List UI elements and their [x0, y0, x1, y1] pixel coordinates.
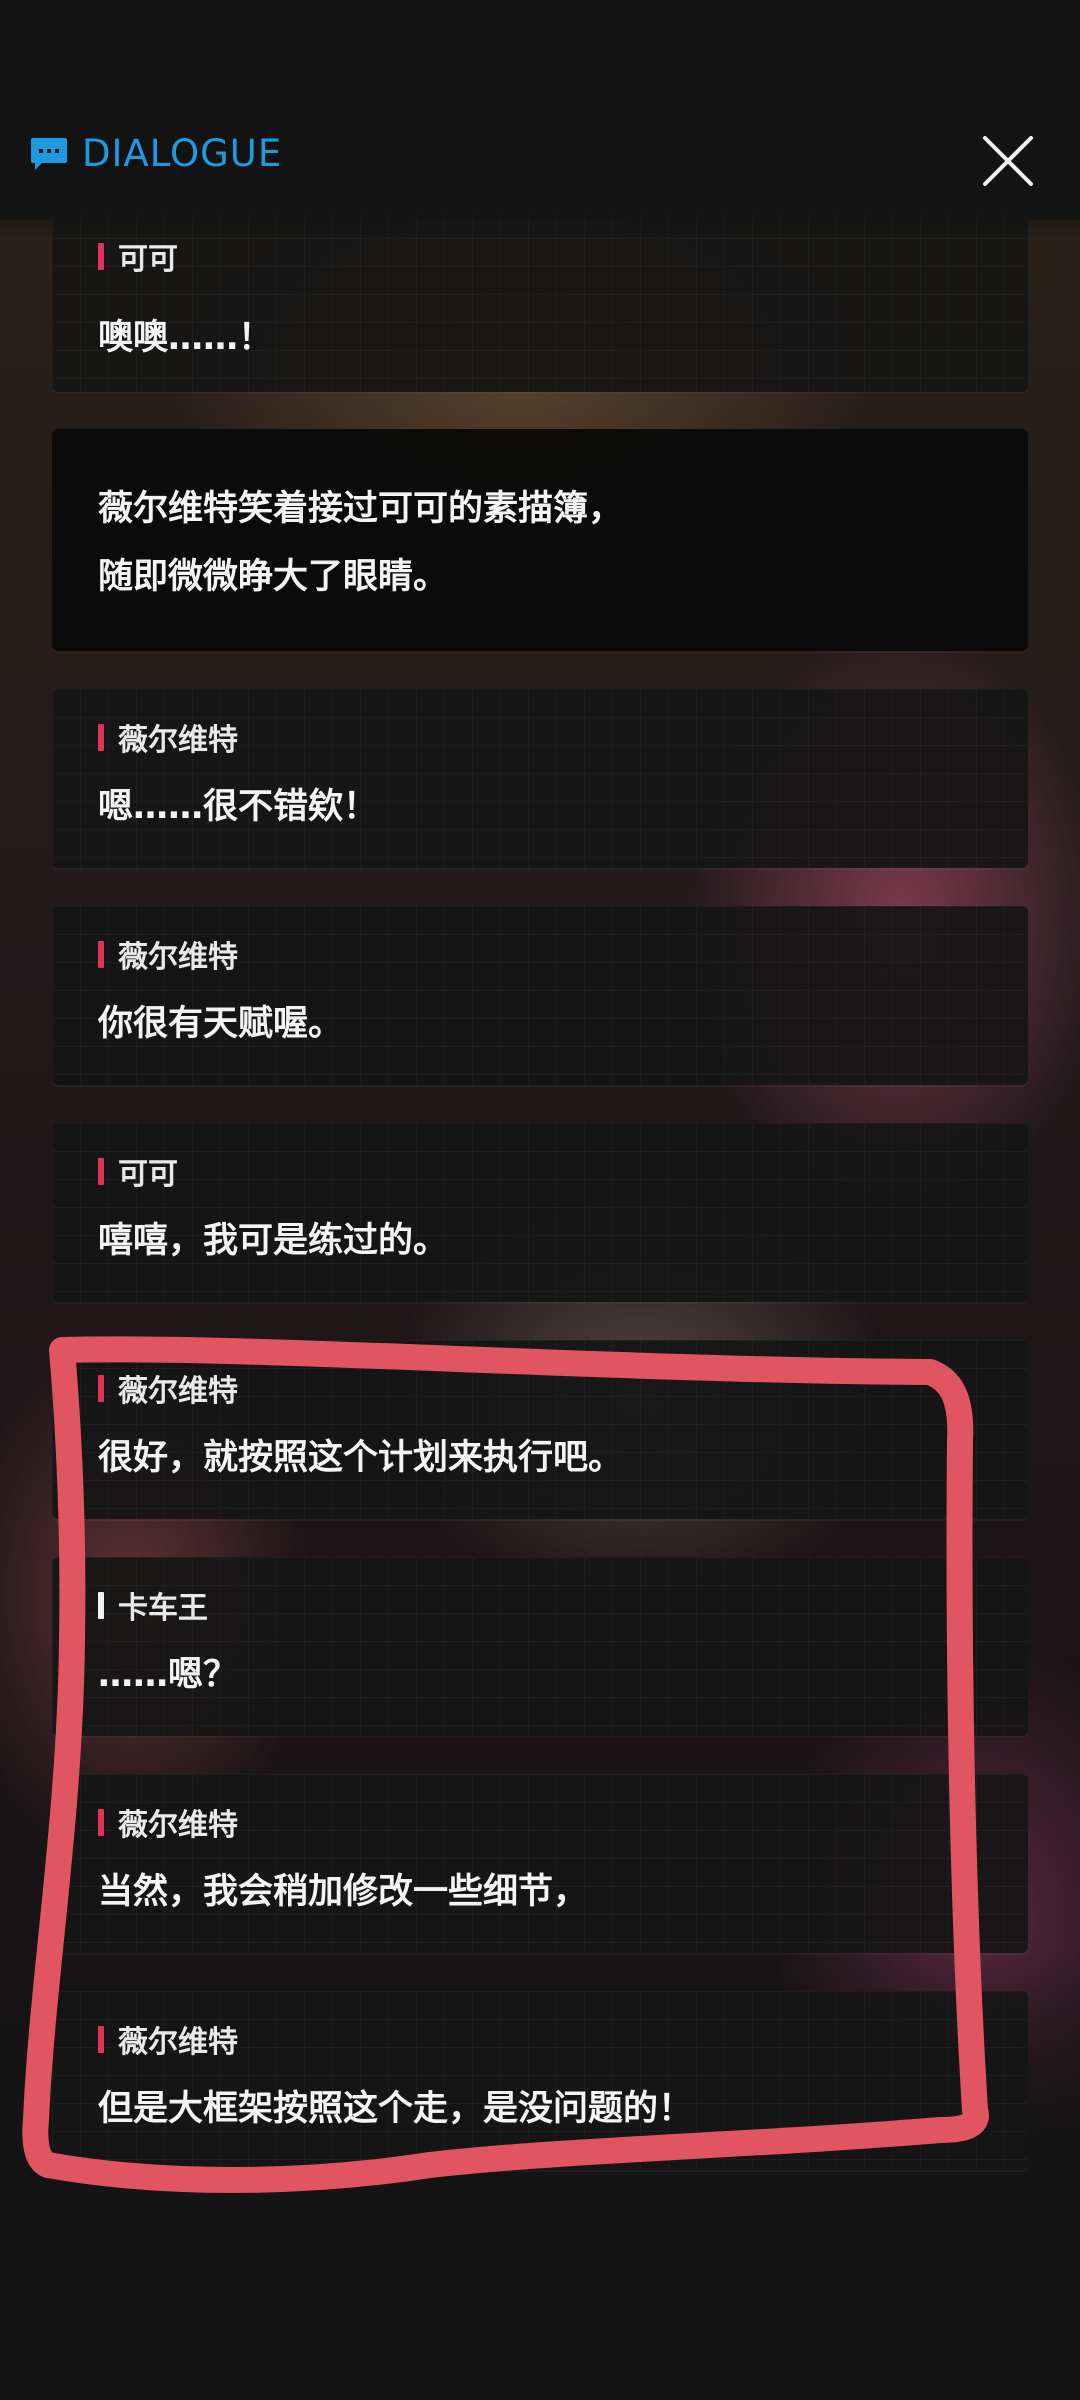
dialogue-text: 嗯……很不错欸！ [98, 787, 379, 827]
close-button[interactable] [975, 128, 1041, 194]
speaker-marker [98, 1157, 104, 1185]
dialogue-entry: 薇尔维特 你很有天赋喔。 [52, 906, 1028, 1085]
chat-bubble-icon [31, 137, 67, 170]
speaker-name: 薇尔维特 [118, 1808, 238, 1843]
speaker-name: 可可 [118, 1157, 178, 1192]
narration-entry: 薇尔维特笑着接过可可的素描簿， 随即微微睁大了眼睛。 [52, 429, 1028, 651]
dialogue-text: 但是大框架按照这个走，是没问题的！ [98, 2089, 694, 2129]
speaker-tag: 薇尔维特 [98, 2017, 238, 2061]
speaker-tag: 可可 [98, 234, 178, 278]
dialogue-entry: 薇尔维特 嗯……很不错欸！ [52, 689, 1028, 868]
speaker-name: 薇尔维特 [118, 940, 238, 975]
narration-text-line-1: 薇尔维特笑着接过可可的素描簿， [98, 489, 624, 529]
speaker-marker [98, 940, 104, 968]
speaker-name: 薇尔维特 [118, 723, 238, 758]
dialogue-text: 你很有天赋喔。 [98, 1004, 344, 1044]
dialogue-text: 嘻嘻，我可是练过的。 [98, 1221, 449, 1261]
dialogue-text: ……嗯？ [98, 1655, 239, 1695]
dialogue-entry: 薇尔维特 当然，我会稍加修改一些细节， [52, 1774, 1028, 1953]
dialogue-text: 很好，就按照这个计划来执行吧。 [98, 1438, 624, 1478]
speaker-marker [98, 1808, 104, 1836]
dialogue-entry: 薇尔维特 但是大框架按照这个走，是没问题的！ [52, 1991, 1028, 2170]
speaker-marker [98, 1591, 104, 1619]
speaker-marker [98, 723, 104, 751]
dialogue-log-screen: 可可 噢噢……！ 薇尔维特笑着接过可可的素描簿， 随即微微睁大了眼睛。 薇尔维特… [0, 0, 1080, 2400]
speaker-name: 卡车王 [118, 1591, 208, 1626]
header-title-text: DIALOGUE [82, 132, 283, 175]
speaker-name: 薇尔维特 [118, 1374, 238, 1409]
close-icon [983, 136, 1033, 186]
narration-text-line-2: 随即微微睁大了眼睛。 [98, 557, 449, 597]
speaker-tag: 薇尔维特 [98, 1800, 238, 1844]
header-bar [0, 0, 1080, 240]
speaker-tag: 薇尔维特 [98, 932, 238, 976]
dialogue-text: 噢噢……！ [98, 318, 274, 358]
speaker-tag: 薇尔维特 [98, 715, 238, 759]
speaker-name: 可可 [118, 242, 178, 277]
dialogue-entry: 可可 嘻嘻，我可是练过的。 [52, 1123, 1028, 1302]
dialogue-text: 当然，我会稍加修改一些细节， [98, 1872, 589, 1912]
speaker-name: 薇尔维特 [118, 2025, 238, 2060]
header-title: DIALOGUE [30, 132, 282, 175]
speaker-marker [98, 1374, 104, 1402]
speaker-marker [98, 242, 104, 270]
speaker-tag: 薇尔维特 [98, 1366, 238, 1410]
speaker-tag: 卡车王 [98, 1583, 208, 1627]
dialogue-entry: 薇尔维特 很好，就按照这个计划来执行吧。 [52, 1340, 1028, 1519]
speaker-tag: 可可 [98, 1149, 178, 1193]
speaker-marker [98, 2025, 104, 2053]
dialogue-entry: 卡车王 ……嗯？ [52, 1557, 1028, 1736]
